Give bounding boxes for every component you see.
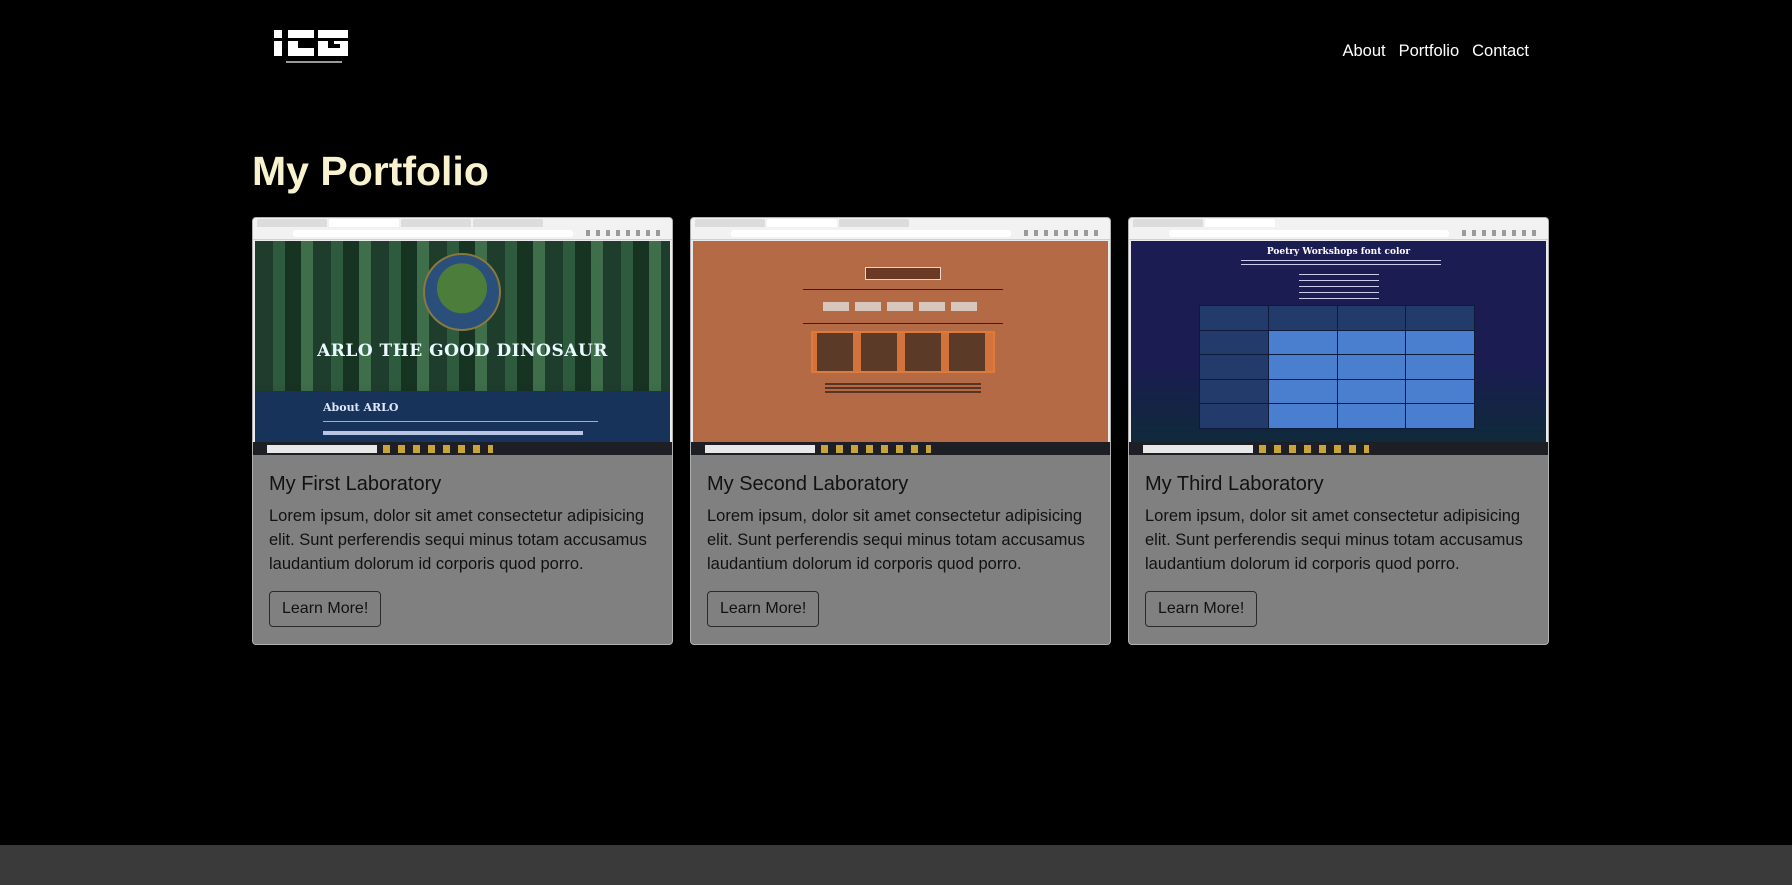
card-thumbnail: Poetry Workshops font color <box>1129 218 1548 455</box>
nav-contact-link[interactable]: Contact <box>1472 40 1529 62</box>
thumb-heading: Poetry Workshops font color <box>1266 247 1411 257</box>
piano-images <box>811 331 995 373</box>
brand-logo[interactable] <box>272 26 356 70</box>
card-body: My First Laboratory Lorem ipsum, dolor s… <box>253 455 672 643</box>
portfolio-card: Poetry Workshops font color My Third Lab… <box>1128 217 1549 645</box>
screenshot-shop <box>693 241 1108 442</box>
footer <box>0 845 1792 885</box>
card-text: Lorem ipsum, dolor sit amet consectetur … <box>707 507 1085 573</box>
portfolio-cards: ARLO THE GOOD DINOSAUR About ARLO My Fir… <box>252 217 1549 645</box>
browser-bar <box>253 218 672 240</box>
card-thumbnail: ARLO THE GOOD DINOSAUR About ARLO <box>253 218 672 455</box>
card-title: My First Laboratory <box>269 473 442 495</box>
shop-banner <box>865 267 941 280</box>
shop-caption <box>825 383 981 395</box>
nav-about-link[interactable]: About <box>1342 40 1385 62</box>
card-title: My Second Laboratory <box>707 473 909 495</box>
taskbar <box>253 442 672 455</box>
taskbar <box>691 442 1110 455</box>
learn-more-button[interactable]: Learn More! <box>1145 591 1258 627</box>
card-body: My Third Laboratory Lorem ipsum, dolor s… <box>1129 455 1548 643</box>
card-body: My Second Laboratory Lorem ipsum, dolor … <box>691 455 1110 643</box>
screenshot-poetry: Poetry Workshops font color <box>1131 241 1546 442</box>
icg-logo-icon <box>272 30 356 63</box>
learn-more-button[interactable]: Learn More! <box>269 591 382 627</box>
page-title: My Portfolio <box>252 148 489 194</box>
browser-bar <box>1129 218 1548 240</box>
thumb-heading: ARLO THE GOOD DINOSAUR <box>317 341 608 361</box>
navbar: About Portfolio Contact <box>0 0 1792 100</box>
card-text: Lorem ipsum, dolor sit amet consectetur … <box>1145 507 1523 573</box>
browser-bar <box>691 218 1110 240</box>
shop-nav-buttons <box>823 302 983 311</box>
nav-portfolio-link[interactable]: Portfolio <box>1399 40 1460 62</box>
portfolio-card: ARLO THE GOOD DINOSAUR About ARLO My Fir… <box>252 217 673 645</box>
card-text: Lorem ipsum, dolor sit amet consectetur … <box>269 507 647 573</box>
portfolio-card: My Second Laboratory Lorem ipsum, dolor … <box>690 217 1111 645</box>
schedule-table <box>1199 305 1475 429</box>
card-thumbnail <box>691 218 1110 455</box>
learn-more-button[interactable]: Learn More! <box>707 591 820 627</box>
thumb-section-title: About ARLO <box>323 401 399 414</box>
dinosaur-image <box>423 253 501 331</box>
taskbar <box>1129 442 1548 455</box>
thumb-about-section: About ARLO <box>255 391 670 442</box>
nav-links: About Portfolio Contact <box>1342 40 1529 62</box>
screenshot-arlo: ARLO THE GOOD DINOSAUR About ARLO <box>255 241 670 442</box>
card-title: My Third Laboratory <box>1145 473 1324 495</box>
